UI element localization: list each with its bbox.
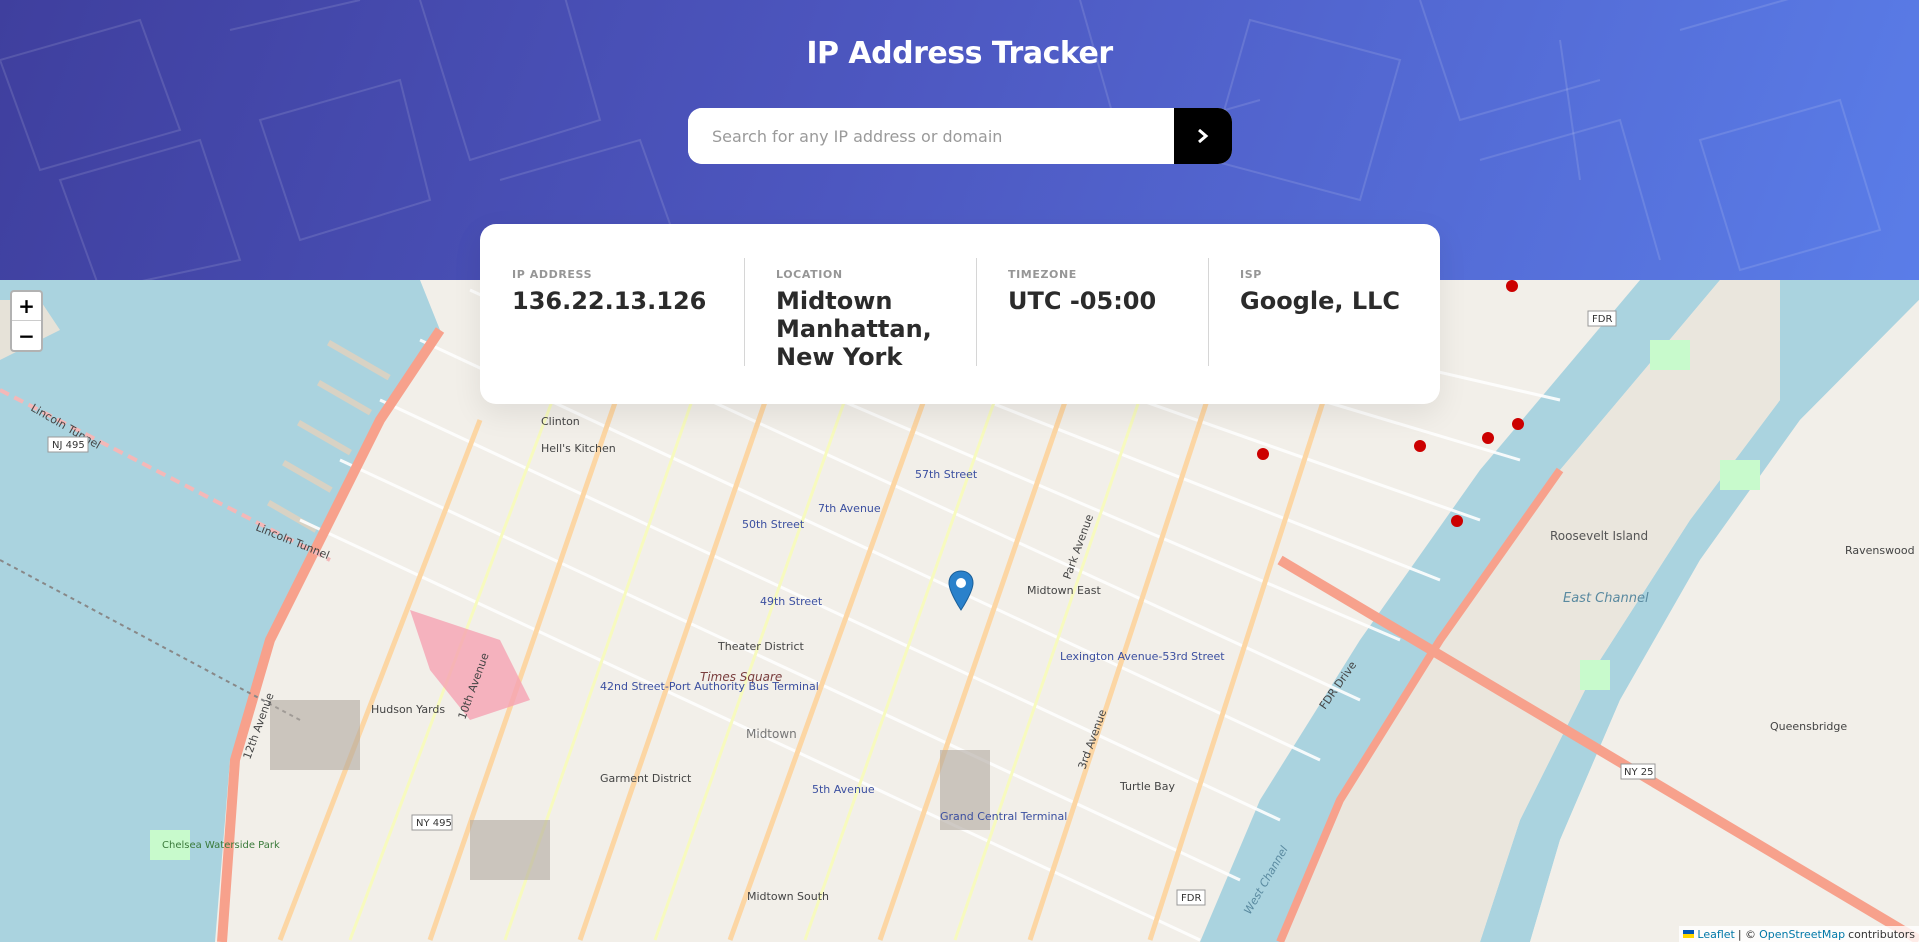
ip-address-label: IP ADDRESS [512,268,593,281]
location-label: LOCATION [776,268,843,281]
map-label-garment-district: Garment District [600,772,692,785]
map-label-hells-kitchen: Hell's Kitchen [541,442,616,455]
map-label-57th-street: 57th Street [915,468,978,481]
map-label-midtown-south: Midtown South [747,890,829,903]
timezone-label: TIMEZONE [1008,268,1077,281]
map-label-midtown: Midtown [746,727,797,741]
map-label-midtown-east: Midtown East [1027,584,1101,597]
zoom-control: + − [10,290,43,352]
ip-address-value: 136.22.13.126 [512,287,707,315]
map-label-50th-street: 50th Street [742,518,805,531]
timezone-section: TIMEZONE UTC -05:00 [976,256,1208,404]
map-label-5th-avenue: 5th Avenue [812,783,875,796]
map-label-clinton: Clinton [541,415,580,428]
map-label-hudson-yards: Hudson Yards [371,703,445,716]
location-value: Midtown Manhattan, New York [776,287,932,371]
attribution-suffix: contributors [1848,927,1915,941]
shield-nj495: NJ 495 [52,440,85,451]
map-label-east-channel: East Channel [1563,591,1649,606]
map-label-theater-district: Theater District [717,640,804,653]
map-attribution: Leaflet | © OpenStreetMap contributors [1679,926,1919,942]
timezone-value: UTC -05:00 [1008,287,1157,315]
openstreetmap-link[interactable]: OpenStreetMap [1759,928,1845,941]
ip-address-section: IP ADDRESS 136.22.13.126 [480,256,744,404]
isp-value: Google, LLC [1240,287,1401,315]
map-label-ravenswood: Ravenswood [1845,544,1915,557]
ukraine-flag-icon [1683,930,1695,938]
search-input[interactable] [688,108,1174,164]
isp-section: ISP Google, LLC [1208,256,1440,404]
location-section: LOCATION Midtown Manhattan, New York [744,256,976,404]
map-label-queensbridge: Queensbridge [1770,720,1847,733]
shield-ny495: NY 495 [416,818,452,829]
shield-ny25: NY 25 [1624,767,1654,778]
search-submit-button[interactable] [1174,108,1232,164]
page-title: IP Address Tracker [806,36,1113,71]
leaflet-link[interactable]: Leaflet [1697,928,1734,941]
location-marker-icon[interactable] [948,570,974,612]
zoom-out-button[interactable]: − [12,321,41,350]
map-label-7th-avenue: 7th Avenue [818,502,881,515]
zoom-in-button[interactable]: + [12,292,41,321]
search-bar [688,108,1232,164]
ip-info-card: IP ADDRESS 136.22.13.126 LOCATION Midtow… [480,224,1440,404]
map-label-port-authority: 42nd Street-Port Authority Bus Terminal [600,680,819,693]
isp-label: ISP [1240,268,1262,281]
map-label-roosevelt-island: Roosevelt Island [1550,529,1648,543]
attribution-separator: | © [1737,927,1757,941]
shield-fdr-1: FDR [1592,314,1612,325]
chevron-right-icon [1198,129,1209,143]
map-label-49th-street: 49th Street [760,595,823,608]
map-label-grand-central: Grand Central Terminal [940,810,1067,823]
shield-fdr-2: FDR [1181,893,1201,904]
map-label-lexington: Lexington Avenue-53rd Street [1060,650,1225,663]
map-label-turtle-bay: Turtle Bay [1119,780,1175,793]
map-label-chelsea-park: Chelsea Waterside Park [162,840,280,851]
